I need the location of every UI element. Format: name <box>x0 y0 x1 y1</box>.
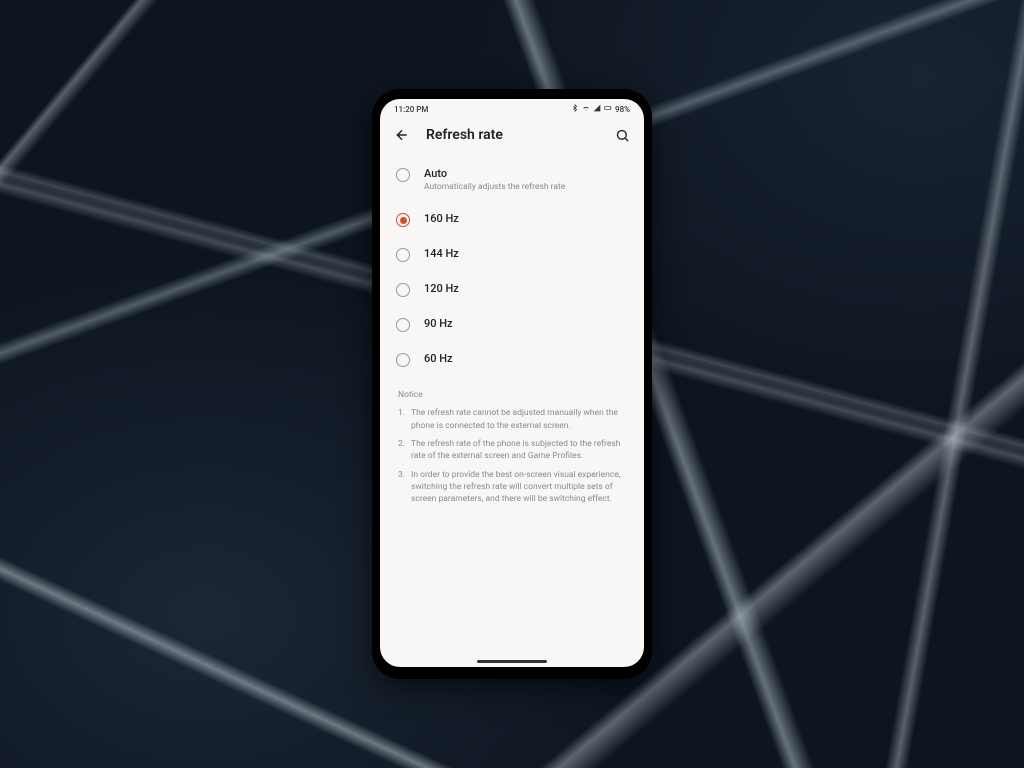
phone-screen: 11:20 PM 98% Refresh r <box>380 99 644 667</box>
phone-body: 11:20 PM 98% Refresh r <box>372 89 652 679</box>
notice-item: 3. In order to provide the best on-scree… <box>398 469 626 506</box>
option-text: Auto Automatically adjusts the refresh r… <box>424 167 565 192</box>
signal-icon <box>593 104 601 114</box>
radio-icon <box>396 283 410 297</box>
notice-item: 2. The refresh rate of the phone is subj… <box>398 438 626 463</box>
option-label: 120 Hz <box>424 282 459 295</box>
option-text: 120 Hz <box>424 282 459 295</box>
option-120hz[interactable]: 120 Hz <box>386 272 638 307</box>
notice-text: The refresh rate of the phone is subject… <box>411 438 626 463</box>
option-60hz[interactable]: 60 Hz <box>386 342 638 377</box>
option-label: 60 Hz <box>424 352 453 365</box>
option-text: 144 Hz <box>424 247 459 260</box>
option-auto[interactable]: Auto Automatically adjusts the refresh r… <box>386 157 638 202</box>
page-header: Refresh rate <box>380 119 644 157</box>
refresh-rate-options: Auto Automatically adjusts the refresh r… <box>380 157 644 377</box>
page-title: Refresh rate <box>426 127 598 143</box>
option-text: 160 Hz <box>424 212 459 225</box>
status-time: 11:20 PM <box>394 105 428 114</box>
radio-icon <box>396 248 410 262</box>
option-160hz[interactable]: 160 Hz <box>386 202 638 237</box>
option-label: 160 Hz <box>424 212 459 225</box>
status-indicators: 98% <box>571 104 630 114</box>
notice-number: 2. <box>398 438 405 463</box>
radio-icon <box>396 168 410 182</box>
option-text: 60 Hz <box>424 352 453 365</box>
notice-text: The refresh rate cannot be adjusted manu… <box>411 407 626 432</box>
back-button[interactable] <box>394 127 410 143</box>
navigation-handle[interactable] <box>477 660 547 663</box>
search-icon <box>615 128 630 143</box>
option-subtitle: Automatically adjusts the refresh rate <box>424 182 565 192</box>
bluetooth-icon <box>571 104 579 114</box>
search-button[interactable] <box>614 127 630 143</box>
option-label: 144 Hz <box>424 247 459 260</box>
status-bar: 11:20 PM 98% <box>380 99 644 119</box>
notice-item: 1. The refresh rate cannot be adjusted m… <box>398 407 626 432</box>
arrow-left-icon <box>394 127 410 143</box>
battery-percent: 98% <box>615 105 630 114</box>
notice-number: 3. <box>398 469 405 506</box>
notice-heading: Notice <box>398 389 626 401</box>
notice-section: Notice 1. The refresh rate cannot be adj… <box>380 377 644 524</box>
radio-icon <box>396 318 410 332</box>
option-90hz[interactable]: 90 Hz <box>386 307 638 342</box>
radio-icon <box>396 213 410 227</box>
battery-icon <box>604 104 612 114</box>
radio-icon <box>396 353 410 367</box>
option-label: 90 Hz <box>424 317 453 330</box>
notice-text: In order to provide the best on-screen v… <box>411 469 626 506</box>
option-text: 90 Hz <box>424 317 453 330</box>
wifi-icon <box>582 104 590 114</box>
option-label: Auto <box>424 167 565 180</box>
notice-number: 1. <box>398 407 405 432</box>
option-144hz[interactable]: 144 Hz <box>386 237 638 272</box>
